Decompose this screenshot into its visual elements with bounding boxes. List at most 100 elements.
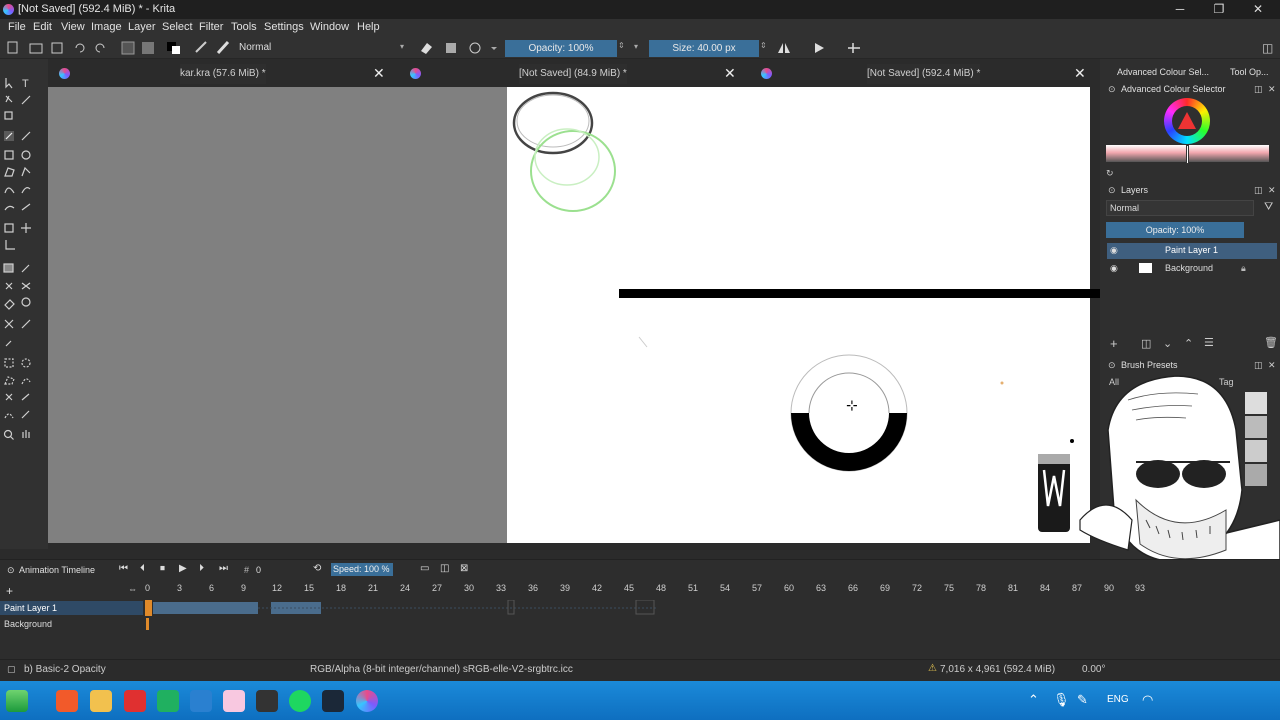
opacity-chevron-icon[interactable]: ▾ [634,42,638,51]
faint-mark [638,336,648,348]
status-rotation[interactable]: 0.00° [1082,664,1105,675]
title-bar: [Not Saved] (592.4 MiB) * - Krita ─ ❐ ✕ [0,0,1280,19]
move-down-icon[interactable]: ⌄ [1163,337,1172,350]
menu-help[interactable]: Help [357,21,380,33]
opacity-slider[interactable]: Opacity: 100% [505,40,617,57]
app-pink-icon[interactable] [223,690,245,712]
frame-number: 45 [624,583,635,593]
panel-close-icon[interactable]: ✕ [1268,185,1276,196]
frame-number: 0 [145,583,151,593]
move-up-icon[interactable]: ⌃ [1184,337,1193,350]
minimize-button[interactable]: ─ [1164,1,1196,18]
store-icon[interactable] [190,690,212,712]
timeline-options-icon[interactable]: ⇔ [128,584,137,594]
docker-toggle-icon[interactable]: ◫ [1262,41,1273,55]
last-frame-icon[interactable]: ⏭ [219,563,228,574]
frame-field[interactable]: 0 [256,565,261,575]
layer-name-paint-layer-1[interactable]: Paint Layer 1 [1165,245,1218,255]
timeline-layer-paint-layer-1[interactable]: Paint Layer 1 [4,603,57,613]
pattern-icon [121,41,135,55]
brave-browser-icon[interactable] [56,690,78,712]
panel-close-icon[interactable]: ✕ [1268,84,1276,95]
wifi-icon[interactable]: ◠ [1142,692,1153,708]
tray-chevron-icon[interactable]: ⌃ [1028,692,1039,708]
delete-layer-icon[interactable]: 🗑︎ [1264,336,1278,349]
next-frame-icon[interactable]: ⏵ [199,563,204,574]
stop-icon[interactable]: ⏹ [160,563,165,574]
steam-icon[interactable] [322,690,344,712]
rectangle-tool-icon [4,150,14,160]
audio-icon[interactable]: ◫ [440,563,449,574]
tab-close-icon[interactable]: ✕ [373,65,385,82]
visibility-icon[interactable]: ◉ [1110,245,1118,256]
select-shapes-icon [5,78,13,89]
microphone-icon[interactable]: 🎙︎ [1053,692,1070,708]
fill-bucket-icon [4,299,15,310]
timeline-settings-icon[interactable]: ⊙ [7,565,15,576]
menu-image[interactable]: Image [91,21,122,33]
language-indicator[interactable]: ENG [1107,694,1129,705]
add-layer-icon[interactable]: + [1110,336,1118,351]
lock-icon[interactable]: ⊙ [1108,84,1116,95]
frame-number: 3 [177,583,183,593]
close-button[interactable]: ✕ [1242,1,1274,18]
shade-marker[interactable] [1186,145,1189,164]
duplicate-layer-icon[interactable]: ◫ [1141,337,1151,350]
menu-tools[interactable]: Tools [231,21,257,33]
layers-blend-select[interactable]: Normal [1106,200,1254,216]
tab-close-icon[interactable]: ✕ [724,65,736,82]
spotify-icon[interactable] [289,690,311,712]
menu-file[interactable]: File [8,21,26,33]
colour-triangle[interactable] [1178,112,1196,129]
add-layer-timeline-icon[interactable]: + [6,584,13,598]
app-red-icon[interactable] [124,690,146,712]
pan-tool-icon [22,430,30,438]
layer-name-background[interactable]: Background [1165,263,1213,273]
menu-view[interactable]: View [61,21,85,33]
lock-icon[interactable]: ⊙ [1108,185,1116,196]
menu-edit[interactable]: Edit [33,21,52,33]
onion-skin-icon[interactable]: ▭ [420,563,429,574]
app-green-icon[interactable] [157,690,179,712]
tab-advanced-colour-selector[interactable]: Advanced Colour Sel... [1117,67,1209,77]
blend-mode-chevron-icon[interactable]: ▾ [400,42,404,51]
file-explorer-icon[interactable] [90,690,112,712]
drop-frames-icon[interactable]: ⟲ [313,563,321,574]
frame-number: 78 [976,583,987,593]
layers-opacity-slider[interactable]: Opacity: 100% [1106,222,1244,238]
opacity-stepper-icon[interactable]: ⇕ [618,41,625,50]
timeline-layer-background[interactable]: Background [4,619,52,629]
sketch-circle-light [516,94,590,148]
menu-window[interactable]: Window [310,21,349,33]
start-button-icon[interactable] [6,690,28,712]
pen-icon[interactable]: ✎ [1077,692,1088,708]
first-frame-icon[interactable]: ⏮ [119,563,128,574]
previous-frame-icon[interactable]: ⏴ [140,563,145,574]
menu-select[interactable]: Select [162,21,193,33]
size-stepper-icon[interactable]: ⇕ [760,41,767,50]
tab-kar[interactable]: kar.kra (57.6 MiB) * [180,64,266,84]
menu-filter[interactable]: Filter [199,21,223,33]
play-icon[interactable]: ▶ [179,563,187,574]
maximize-button[interactable]: ❐ [1203,1,1235,18]
layer-lock-icon[interactable]: 🔒︎ [1241,263,1246,274]
krita-taskbar-icon[interactable] [356,690,378,712]
filter-icon[interactable]: ⛛ [1264,201,1273,214]
float-icon[interactable]: ◫ [1254,84,1263,95]
size-slider[interactable]: Size: 40.00 px [649,40,759,57]
blend-mode-select[interactable]: Normal [239,42,271,53]
refresh-icon[interactable]: ↻ [1106,168,1114,179]
status-brush-name[interactable]: b) Basic-2 Opacity [24,664,106,675]
tab-tool-options[interactable]: Tool Op... [1230,67,1269,77]
menu-settings[interactable]: Settings [264,21,304,33]
visibility-icon[interactable]: ◉ [1110,263,1118,274]
menu-layer[interactable]: Layer [128,21,156,33]
pin-icon[interactable]: ⊠ [460,563,468,574]
layer-properties-icon[interactable]: ☰ [1204,336,1214,349]
speed-slider[interactable]: Speed: 100 % [331,563,393,576]
tab-not-saved-592[interactable]: [Not Saved] (592.4 MiB) * [867,64,981,84]
obs-icon[interactable] [256,690,278,712]
tab-close-icon[interactable]: ✕ [1074,65,1086,82]
tab-not-saved-84[interactable]: [Not Saved] (84.9 MiB) * [519,64,627,84]
float-icon[interactable]: ◫ [1254,185,1263,196]
